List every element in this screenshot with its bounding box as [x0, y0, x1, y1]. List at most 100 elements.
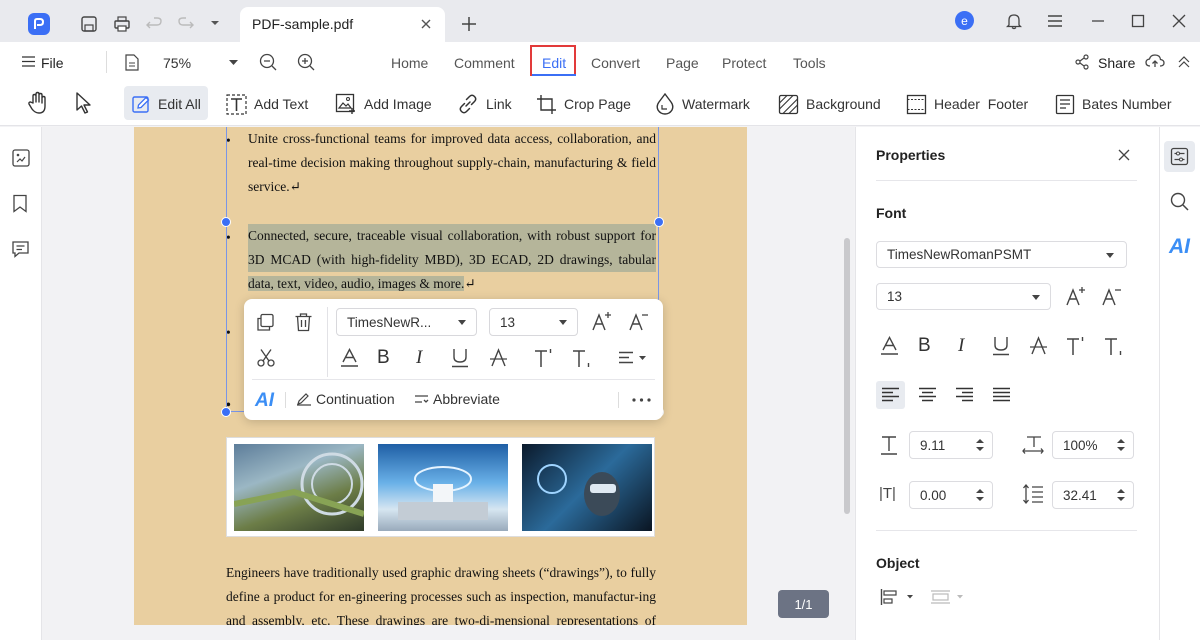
subscript-icon[interactable]	[572, 348, 594, 368]
tab-home[interactable]: Home	[391, 55, 428, 71]
add-text-button[interactable]: Add Text	[226, 88, 308, 120]
stepper-icon[interactable]	[976, 438, 984, 452]
add-image-button[interactable]: Add Image	[335, 88, 432, 120]
underline-icon[interactable]	[992, 336, 1010, 356]
continuation-button[interactable]: Continuation	[296, 391, 395, 407]
quick-access-dropdown-icon[interactable]	[210, 19, 220, 27]
search-icon[interactable]	[1170, 192, 1189, 211]
redo-icon[interactable]	[177, 15, 195, 33]
font-color-icon[interactable]	[340, 348, 359, 368]
crop-page-button[interactable]: Crop Page	[536, 88, 631, 120]
resize-handle[interactable]	[654, 217, 664, 227]
resize-handle[interactable]	[221, 217, 231, 227]
alignment-dropdown-icon[interactable]	[618, 351, 648, 365]
close-panel-icon[interactable]	[1118, 149, 1130, 161]
stepper-icon[interactable]	[976, 488, 984, 502]
print-icon[interactable]	[113, 15, 131, 33]
header-footer-button[interactable]: Header Footer	[906, 88, 1028, 120]
user-avatar[interactable]: e	[955, 11, 974, 30]
menu-icon[interactable]	[1047, 14, 1063, 28]
resize-handle[interactable]	[221, 407, 231, 417]
edit-all-button[interactable]: Edit All	[131, 88, 201, 120]
object-align-icon[interactable]	[880, 588, 914, 606]
zoom-out-icon[interactable]	[259, 53, 277, 71]
decrease-font-icon[interactable]	[628, 311, 650, 331]
decrease-font-icon[interactable]	[1101, 286, 1123, 306]
italic-icon[interactable]: I	[416, 347, 422, 369]
properties-icon[interactable]	[1170, 147, 1189, 166]
delete-icon[interactable]	[294, 312, 313, 332]
italic-icon[interactable]: I	[958, 335, 964, 357]
paragraph-line1[interactable]: Engineers have traditionally used graphi…	[226, 561, 656, 585]
tab-protect[interactable]: Protect	[722, 55, 766, 71]
object-distribute-icon[interactable]	[930, 588, 966, 606]
hand-tool-icon[interactable]	[27, 91, 49, 115]
notification-bell-icon[interactable]	[1006, 12, 1022, 30]
bookmark-icon[interactable]	[12, 194, 28, 213]
zoom-in-icon[interactable]	[297, 53, 315, 71]
factory-image[interactable]	[234, 444, 364, 531]
bold-icon[interactable]: B	[918, 335, 931, 357]
comments-icon[interactable]	[11, 240, 30, 258]
robotics-image[interactable]	[378, 444, 508, 531]
zoom-level[interactable]: 75%	[163, 55, 191, 71]
collapse-ribbon-icon[interactable]	[1178, 56, 1190, 68]
vr-headset-image[interactable]	[522, 444, 652, 531]
paragraph-line3[interactable]: and assembly, etc. These drawings are tw…	[226, 609, 656, 625]
maximize-icon[interactable]	[1131, 14, 1145, 28]
background-button[interactable]: Background	[778, 88, 881, 120]
watermark-button[interactable]: Watermark	[655, 88, 750, 120]
tab-tools[interactable]: Tools	[793, 55, 826, 71]
underline-icon[interactable]	[451, 348, 469, 368]
stepper-icon[interactable]	[1117, 438, 1125, 452]
thumbnails-icon[interactable]	[11, 148, 31, 168]
share-button[interactable]: Share	[1098, 55, 1135, 71]
bold-icon[interactable]: B	[377, 347, 390, 369]
align-right-icon[interactable]	[955, 387, 974, 402]
font-family-select[interactable]: TimesNewR...	[336, 308, 477, 336]
font-family-select[interactable]: TimesNewRomanPSMT	[876, 241, 1127, 268]
image-strip[interactable]	[226, 437, 655, 537]
undo-icon[interactable]	[145, 15, 163, 33]
superscript-icon[interactable]	[1066, 336, 1088, 356]
increase-font-icon[interactable]	[1065, 286, 1087, 306]
align-left-icon[interactable]	[881, 387, 900, 402]
align-justify-icon[interactable]	[992, 387, 1011, 402]
tab-convert[interactable]: Convert	[591, 55, 640, 71]
copy-icon[interactable]	[256, 313, 275, 332]
zoom-dropdown-icon[interactable]	[229, 60, 238, 66]
cloud-upload-icon[interactable]	[1145, 53, 1165, 69]
tab-comment[interactable]: Comment	[454, 55, 515, 71]
scale-input[interactable]: 100%	[1052, 431, 1134, 459]
hamburger-icon[interactable]	[22, 56, 35, 67]
char-spacing-input[interactable]: 0.00	[909, 481, 993, 509]
increase-font-icon[interactable]	[591, 311, 613, 331]
font-size-select[interactable]: 13	[489, 308, 578, 336]
tab-edit[interactable]: Edit	[542, 55, 566, 71]
link-button[interactable]: Link	[457, 88, 512, 120]
close-tab-icon[interactable]	[420, 18, 432, 30]
tab-page[interactable]: Page	[666, 55, 699, 71]
minimize-icon[interactable]	[1091, 19, 1105, 23]
ai-assistant-icon[interactable]: AI	[1169, 235, 1190, 259]
abbreviate-button[interactable]: Abbreviate	[414, 391, 500, 407]
close-window-icon[interactable]	[1172, 14, 1186, 28]
select-tool-icon[interactable]	[74, 91, 94, 115]
subscript-icon[interactable]	[1104, 336, 1126, 356]
line-height-input[interactable]: 9.11	[909, 431, 993, 459]
strikethrough-icon[interactable]	[1029, 336, 1048, 355]
superscript-icon[interactable]	[534, 348, 556, 368]
paragraph-line2[interactable]: define a product for en-gineering proces…	[226, 585, 656, 609]
para-spacing-input[interactable]: 32.41	[1052, 481, 1134, 509]
page-view-icon[interactable]	[124, 54, 140, 71]
align-center-icon[interactable]	[918, 387, 937, 402]
cut-icon[interactable]	[256, 348, 276, 368]
save-icon[interactable]	[80, 15, 98, 33]
font-size-select[interactable]: 13	[876, 283, 1051, 310]
share-icon[interactable]	[1074, 54, 1090, 70]
stepper-icon[interactable]	[1117, 488, 1125, 502]
new-tab-icon[interactable]	[461, 16, 477, 32]
bates-number-button[interactable]: Bates Number	[1055, 88, 1171, 120]
strikethrough-icon[interactable]	[489, 348, 508, 367]
ai-assistant-icon[interactable]: AI	[255, 390, 274, 412]
